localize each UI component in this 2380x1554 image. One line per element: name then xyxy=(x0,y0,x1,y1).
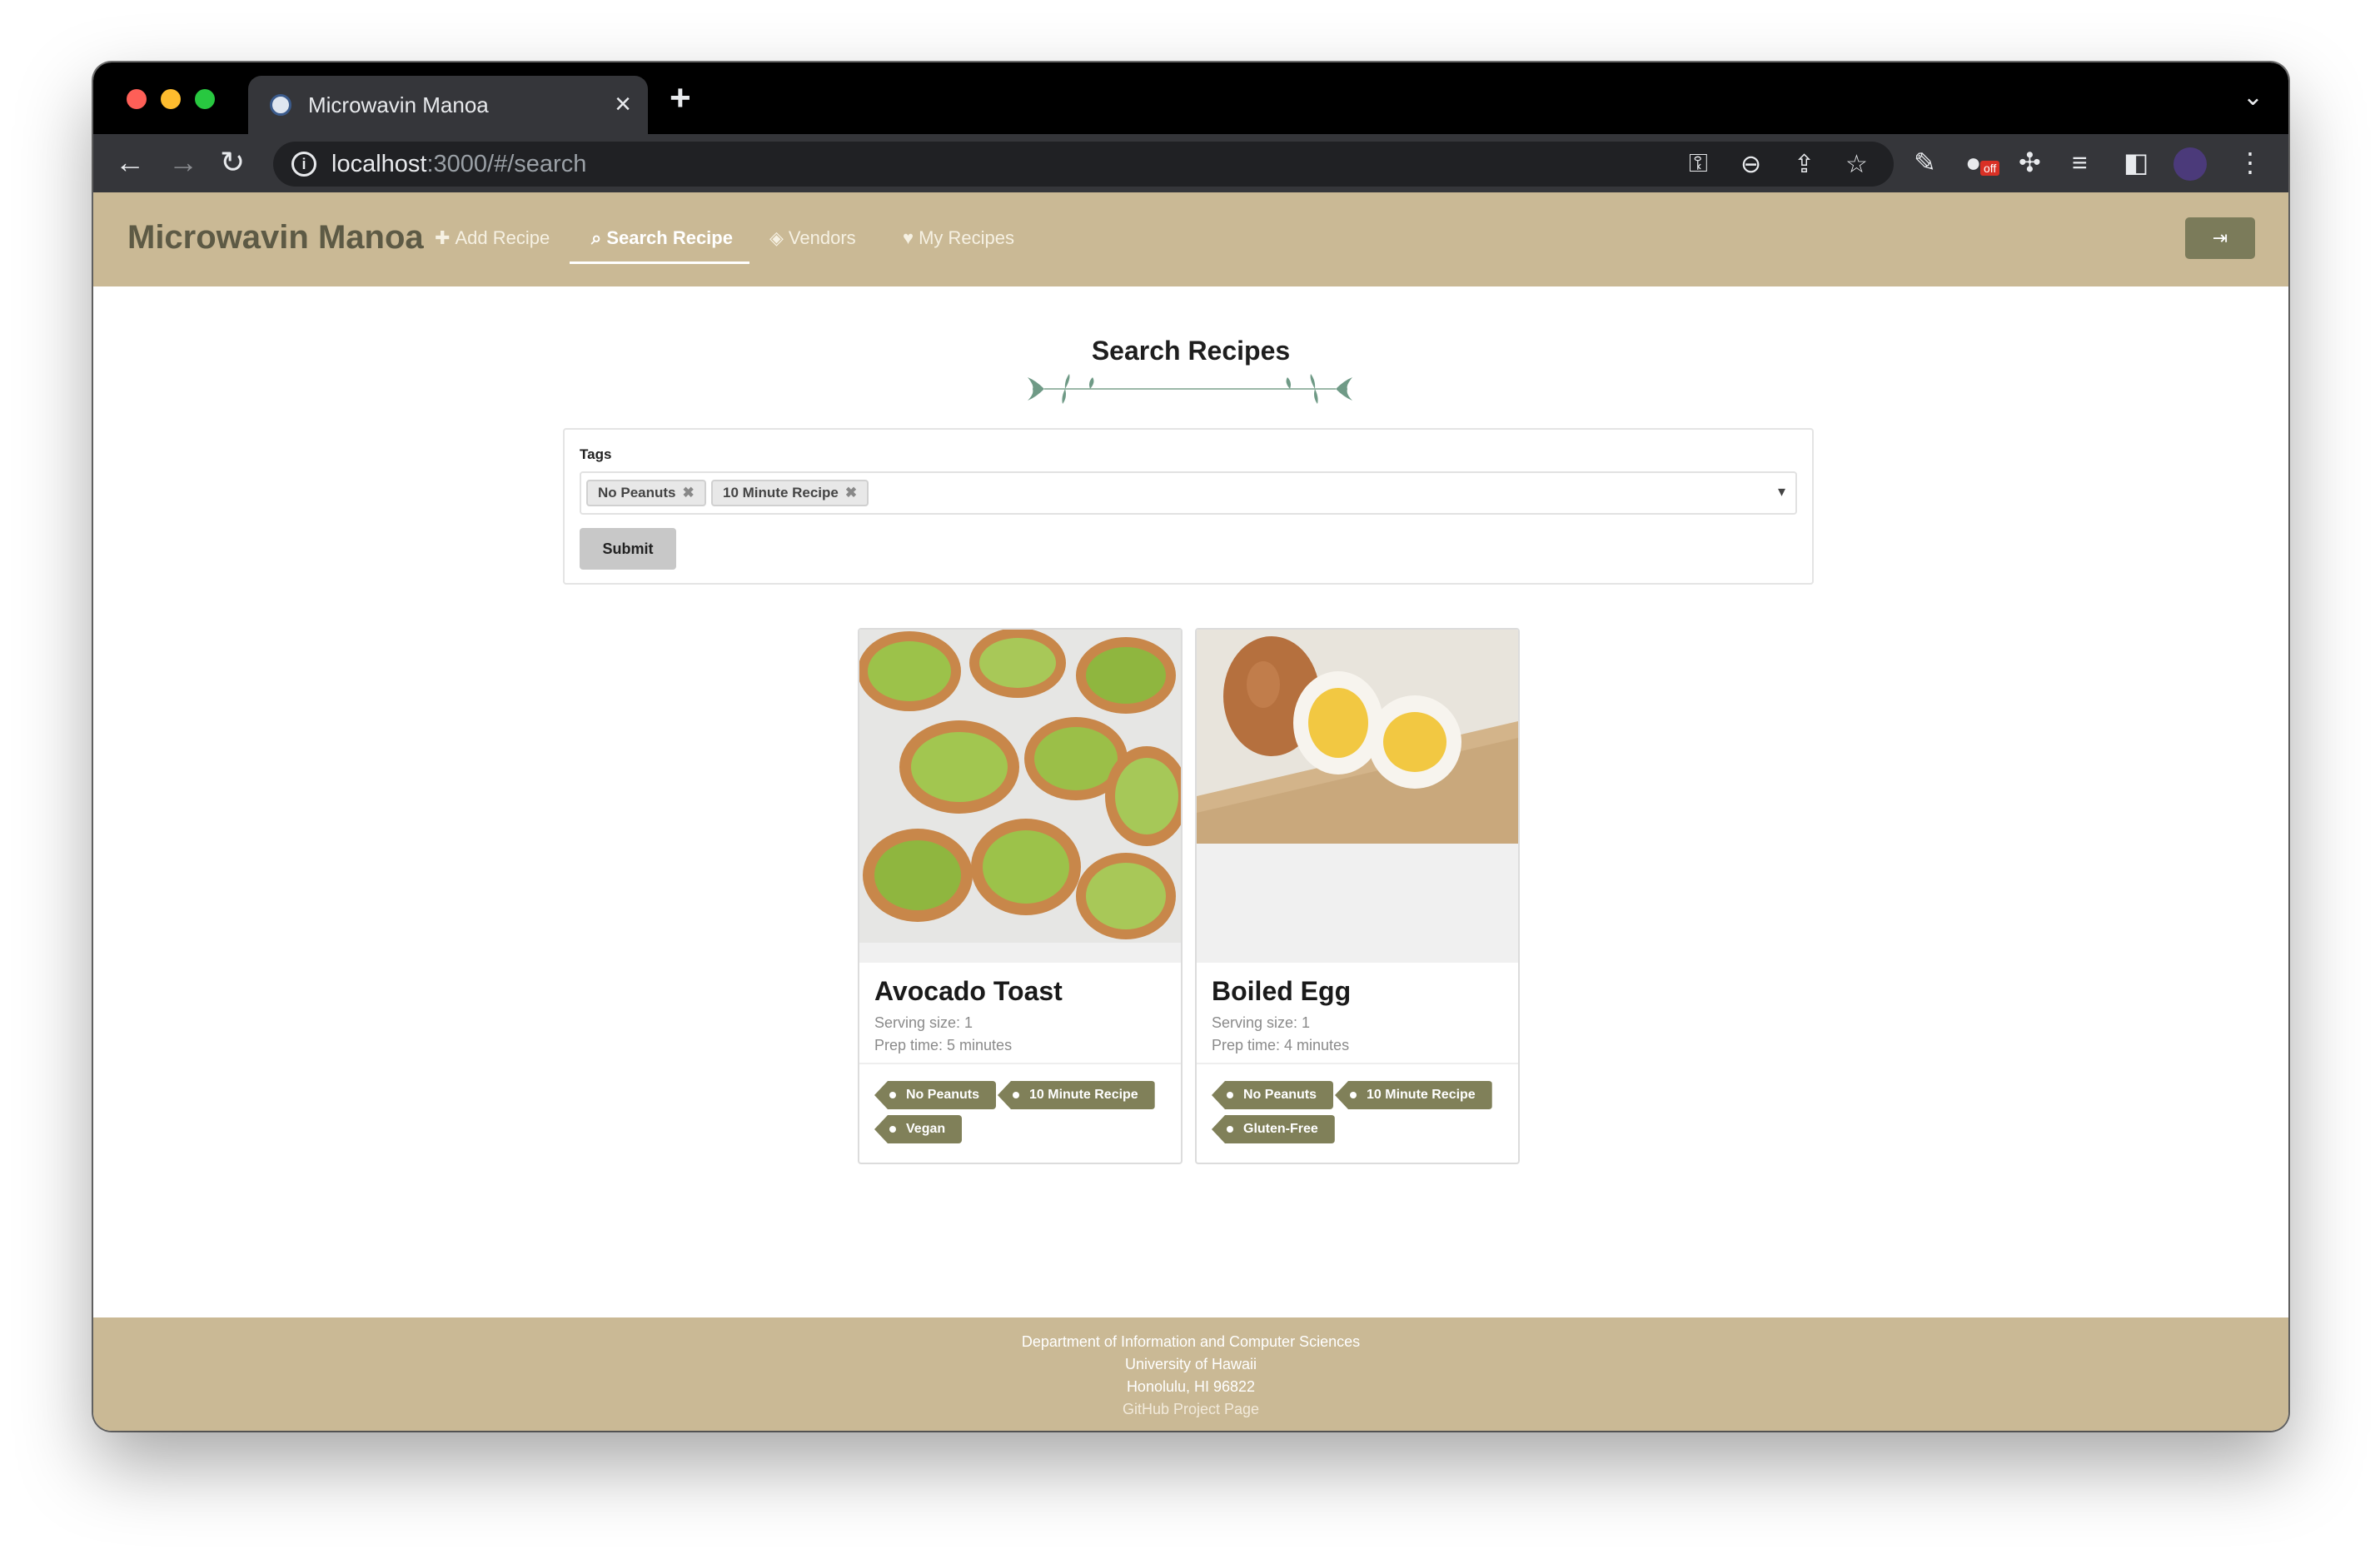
media-control-icon[interactable]: ≡ xyxy=(2072,146,2088,179)
zoom-icon[interactable]: ⊖ xyxy=(1740,150,1761,179)
recipe-card[interactable]: Boiled Egg Serving size: 1 Prep time: 4 … xyxy=(1195,628,1520,1164)
caret-down-icon[interactable]: ▾ xyxy=(1778,483,1785,501)
prep-time: Prep time: 5 minutes xyxy=(874,1037,1013,1053)
pen-extension-icon[interactable]: ✎ xyxy=(1914,146,1936,179)
serving-size: Serving size: 1 xyxy=(874,1014,973,1031)
reload-icon[interactable]: ↻ xyxy=(220,144,245,181)
browser-menu-icon[interactable]: ⋮ xyxy=(2237,146,2263,179)
side-panel-icon[interactable]: ◧ xyxy=(2124,146,2148,179)
favicon-icon xyxy=(270,94,291,116)
prep-time: Prep time: 4 minutes xyxy=(1212,1037,1350,1053)
nav-my-recipes[interactable]: ♥ My Recipes xyxy=(903,227,1014,249)
browser-window: Microwavin Manoa × + ⌄ ← → ↻ i localhost… xyxy=(93,62,2288,1431)
tags-label: Tags xyxy=(580,446,612,462)
puzzle-extension-icon[interactable]: ✣ xyxy=(2019,146,2041,179)
nav-search-recipe[interactable]: ⌕ Search Recipe xyxy=(591,227,733,249)
site-info-icon[interactable]: i xyxy=(291,152,316,177)
selected-tag-chip[interactable]: No Peanuts ✖ xyxy=(586,480,706,506)
card-divider xyxy=(859,1063,1181,1064)
maximize-window-button[interactable] xyxy=(195,89,215,109)
address-bar[interactable]: i localhost:3000/#/search ⚿ ⊖ ⇪ ☆ xyxy=(273,142,1894,187)
new-tab-button[interactable]: + xyxy=(670,79,691,117)
footer-address: Honolulu, HI 96822 xyxy=(1126,1378,1256,1395)
submit-button[interactable]: Submit xyxy=(580,528,676,570)
tab-search-icon[interactable]: ⌄ xyxy=(2243,82,2263,112)
nav-vendors[interactable]: ◈ Vendors xyxy=(769,227,856,249)
search-icon: ⌕ xyxy=(591,227,602,248)
search-form: Tags No Peanuts ✖ 10 Minute Recipe ✖ ▾ Sub… xyxy=(563,428,1814,585)
recipe-name: Boiled Egg xyxy=(1212,976,1352,1006)
close-tab-icon[interactable]: × xyxy=(615,87,631,121)
grammar-extension-icon[interactable]: ● xyxy=(1965,146,1981,179)
recipe-tag: 10 Minute Recipe xyxy=(998,1081,1155,1109)
remove-tag-icon[interactable]: ✖ xyxy=(845,485,857,501)
recipe-tag: No Peanuts xyxy=(874,1081,997,1109)
tab-title: Microwavin Manoa xyxy=(308,92,489,117)
browser-tab[interactable]: Microwavin Manoa × xyxy=(248,76,648,134)
boiled-egg-image xyxy=(1197,630,1518,963)
brand-logo[interactable]: Microwavin Manoa xyxy=(127,219,424,257)
footer-department: Department of Information and Computer S… xyxy=(1021,1333,1361,1350)
heart-icon: ♥ xyxy=(903,227,914,248)
close-window-button[interactable] xyxy=(127,89,147,109)
recipe-name: Avocado Toast xyxy=(874,976,1063,1006)
tags-icon: ◈ xyxy=(769,227,784,248)
remove-tag-icon[interactable]: ✖ xyxy=(683,485,695,501)
nav-add-recipe[interactable]: ✚ Add Recipe xyxy=(435,227,550,249)
footer-university: University of Hawaii xyxy=(1124,1356,1257,1372)
minimize-window-button[interactable] xyxy=(161,89,181,109)
plus-icon: ✚ xyxy=(435,227,451,248)
extension-off-badge: off xyxy=(1980,161,2000,176)
share-icon[interactable]: ⇪ xyxy=(1794,150,1815,179)
sign-out-button[interactable]: ⇥ xyxy=(2185,217,2255,259)
url-text[interactable]: localhost:3000/#/search xyxy=(331,151,586,178)
recipe-tag: Gluten-Free xyxy=(1212,1115,1335,1143)
browser-toolbar: ← → ↻ i localhost:3000/#/search ⚿ ⊖ ⇪ ☆ … xyxy=(93,134,2288,192)
key-icon[interactable]: ⚿ xyxy=(1689,150,1708,178)
recipe-tag: No Peanuts xyxy=(1212,1081,1334,1109)
forward-icon[interactable]: → xyxy=(168,144,198,181)
card-divider xyxy=(1197,1063,1518,1064)
tags-multiselect[interactable]: No Peanuts ✖ 10 Minute Recipe ✖ ▾ xyxy=(580,471,1797,515)
avocado-toast-image xyxy=(859,630,1181,963)
active-nav-underline xyxy=(570,261,749,264)
leaf-divider-icon xyxy=(1028,374,1352,404)
profile-avatar[interactable] xyxy=(2173,147,2207,181)
footer: Department of Information and Computer S… xyxy=(93,1317,2288,1431)
recipe-tag: 10 Minute Recipe xyxy=(1335,1081,1492,1109)
sign-out-icon: ⇥ xyxy=(2212,227,2228,248)
recipe-tag: Vegan xyxy=(874,1115,963,1143)
recipe-card[interactable]: Avocado Toast Serving size: 1 Prep time:… xyxy=(858,628,1183,1164)
serving-size: Serving size: 1 xyxy=(1212,1014,1311,1031)
app-navbar: Microwavin Manoa ✚ Add Recipe ⌕ Search Rec… xyxy=(93,192,2288,286)
page-title: Search Recipes xyxy=(1091,336,1291,366)
bookmark-star-icon[interactable]: ☆ xyxy=(1845,150,1868,179)
selected-tag-chip[interactable]: 10 Minute Recipe ✖ xyxy=(711,480,869,506)
tab-bar: Microwavin Manoa × + ⌄ xyxy=(93,62,2288,134)
back-icon[interactable]: ← xyxy=(115,144,145,181)
github-project-link[interactable]: GitHub Project Page xyxy=(93,1398,2288,1421)
